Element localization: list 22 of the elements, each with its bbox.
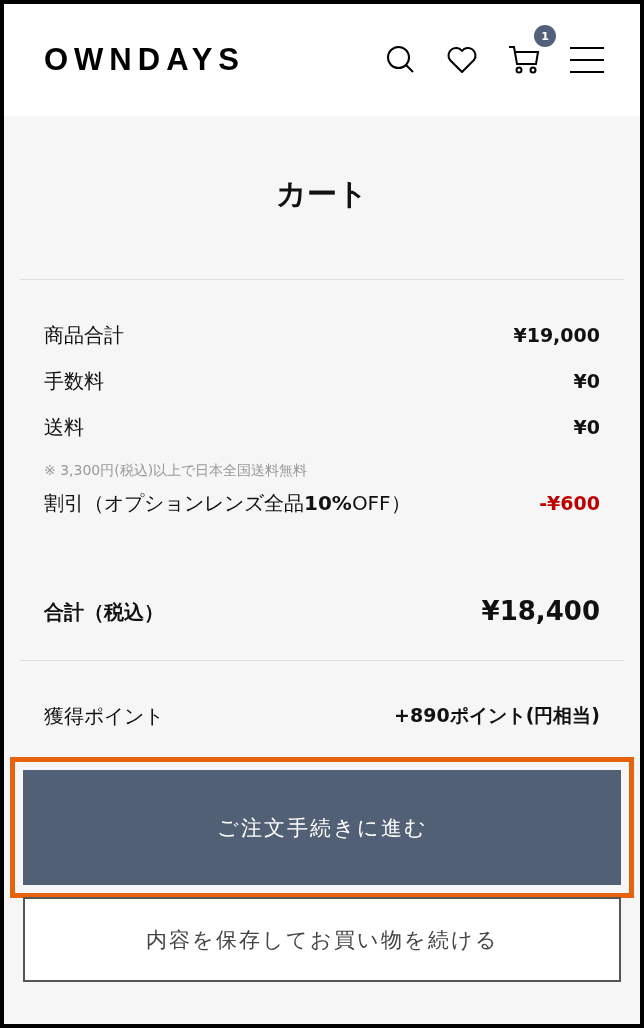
cart-count-badge: 1 [534, 25, 556, 47]
summary-label: 手数料 [44, 367, 104, 395]
total-label: 合計（税込） [44, 599, 164, 626]
summary-label: 商品合計 [44, 321, 124, 349]
total-value: ¥18,400 [481, 596, 600, 626]
search-icon[interactable] [386, 45, 416, 75]
logo[interactable]: OWNDAYS [44, 42, 386, 78]
shipping-note: ※ 3,300円(税込)以上で日本全国送料無料 [44, 461, 309, 480]
summary-value: ¥19,000 [513, 324, 600, 346]
menu-icon[interactable] [570, 46, 604, 74]
summary-label: 送料 [44, 413, 84, 441]
continue-shopping-button[interactable]: 内容を保存してお買い物を続ける [23, 897, 621, 982]
heart-icon[interactable] [446, 46, 478, 74]
page-title: カート [275, 175, 369, 213]
checkout-button[interactable]: ご注文手続きに進む [23, 770, 621, 885]
points-value: +890ポイント(円相当) [394, 703, 600, 728]
discount-value: -¥600 [539, 492, 600, 514]
summary-value: ¥0 [573, 416, 600, 438]
discount-label: 割引（オプションレンズ全品10%OFF） [44, 489, 411, 517]
cart-icon[interactable] [508, 45, 540, 75]
points-label: 獲得ポイント [44, 702, 164, 730]
summary-value: ¥0 [573, 370, 600, 392]
